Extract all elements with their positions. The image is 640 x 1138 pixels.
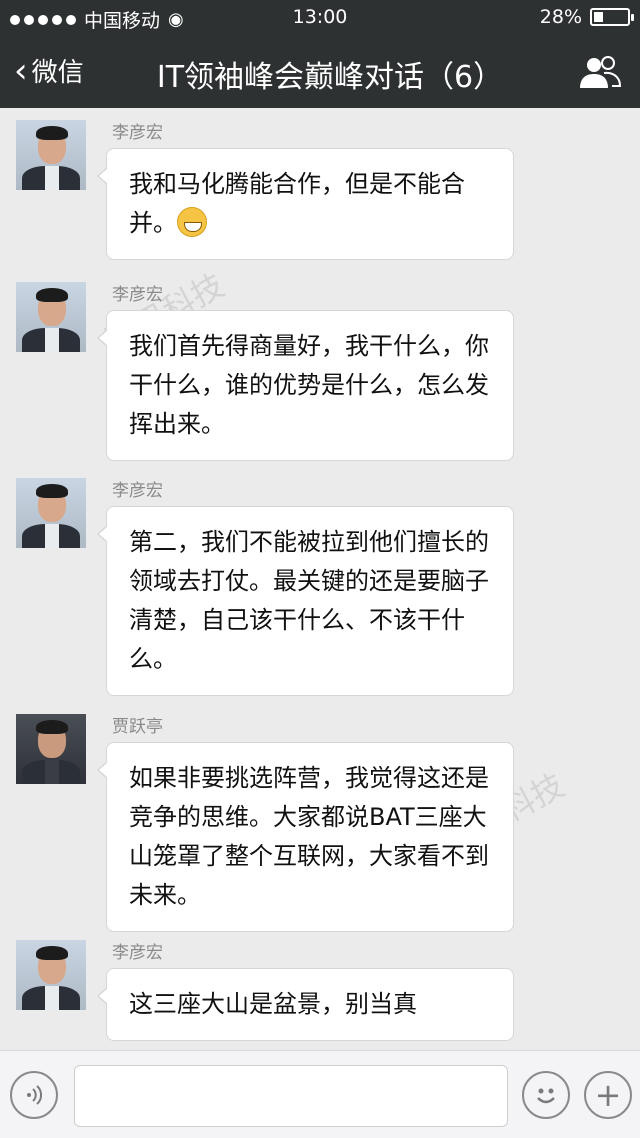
chat-area[interactable]: 腾讯科技 腾讯科技 李彦宏 我和马化腾能合作，但是不能合并。 李彦宏 我们首先得… [0,108,640,1050]
message-item: 李彦宏 第二，我们不能被拉到他们擅长的领域去打仗。最关键的还是要脑子清楚，自己该… [0,466,640,696]
chevron-left-icon: ‹ [14,50,28,91]
plus-icon[interactable]: + [584,1071,632,1119]
message-bubble[interactable]: 如果非要挑选阵营，我觉得这还是竞争的思维。大家都说BAT三座大山笼罩了整个互联网… [97,742,514,932]
message-item: 李彦宏 我们首先得商量好，我干什么，你干什么，谁的优势是什么，怎么发挥出来。 [0,270,640,461]
smiley-face-icon [537,1088,555,1104]
sender-name: 贾跃亭 [112,717,163,737]
message-bubble[interactable]: 第二，我们不能被拉到他们擅长的领域去打仗。最关键的还是要脑子清楚，自己该干什么、… [97,506,514,696]
avatar[interactable] [16,940,86,1010]
message-input[interactable] [74,1065,508,1127]
avatar[interactable] [16,120,86,190]
message-text: 如果非要挑选阵营，我觉得这还是竞争的思维。大家都说BAT三座大山笼罩了整个互联网… [129,764,489,909]
message-bubble[interactable]: 我们首先得商量好，我干什么，你干什么，谁的优势是什么，怎么发挥出来。 [97,310,514,461]
top-bar: 中国移动 ◉ 13:00 28% ‹ 微信 IT领袖峰会巅峰对话（6） [0,0,640,108]
voice-wave-icon [27,1085,43,1105]
message-text: 我们首先得商量好，我干什么，你干什么，谁的优势是什么，怎么发挥出来。 [129,332,489,438]
message-bubble[interactable]: 我和马化腾能合作，但是不能合并。 [97,148,514,260]
battery-percent: 28% [539,6,582,28]
voice-icon[interactable] [10,1071,58,1119]
avatar[interactable] [16,714,86,784]
battery-fill [594,12,603,22]
sender-name: 李彦宏 [112,285,163,305]
grimace-emoji-icon [177,207,207,237]
avatar[interactable] [16,478,86,548]
message-bubble[interactable]: 这三座大山是盆景，别当真 [97,968,514,1041]
sender-name: 李彦宏 [112,943,163,963]
message-text: 这三座大山是盆景，别当真 [129,990,417,1018]
back-button[interactable]: ‹ 微信 [14,52,84,89]
message-item: 李彦宏 这三座大山是盆景，别当真 [0,928,640,1048]
contacts-icon[interactable] [578,54,622,90]
back-label: 微信 [31,58,84,88]
message-text: 第二，我们不能被拉到他们擅长的领域去打仗。最关键的还是要脑子清楚，自己该干什么、… [129,528,489,673]
avatar[interactable] [16,282,86,352]
status-bar: 中国移动 ◉ 13:00 28% [0,0,640,36]
sender-name: 李彦宏 [112,481,163,501]
message-item: 贾跃亭 如果非要挑选阵营，我觉得这还是竞争的思维。大家都说BAT三座大山笼罩了整… [0,702,640,932]
chat-title: IT领袖峰会巅峰对话（6） [156,60,504,95]
sender-name: 李彦宏 [112,123,163,143]
input-bar: + [0,1050,640,1138]
emoji-icon[interactable] [522,1071,570,1119]
navigation-bar: ‹ 微信 IT领袖峰会巅峰对话（6） [0,36,640,108]
message-item: 李彦宏 我和马化腾能合作，但是不能合并。 [0,108,640,260]
battery-icon [590,8,634,26]
